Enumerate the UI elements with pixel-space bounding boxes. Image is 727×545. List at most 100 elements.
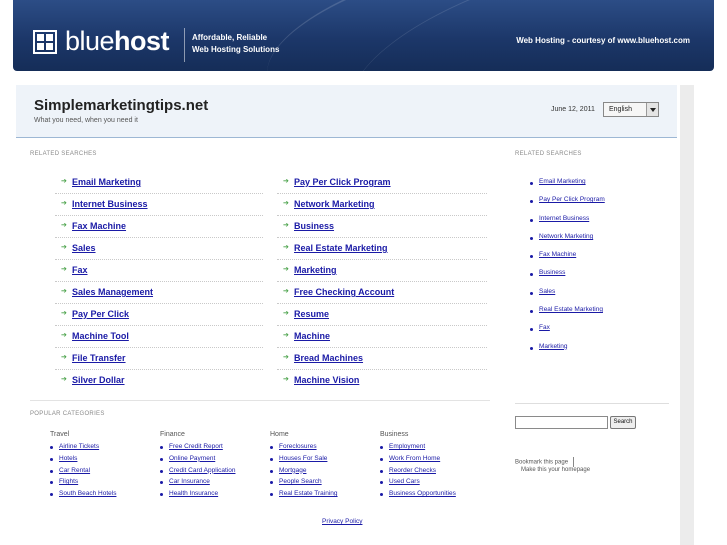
category-link[interactable]: Flights [59,478,78,485]
list-item[interactable]: Mortgage [270,466,380,478]
search-link[interactable]: Fax Machine [72,221,126,231]
list-item[interactable]: Network Marketing [530,233,680,251]
category-link[interactable]: South Beach Hotels [59,490,116,497]
search-item[interactable]: File Transfer [55,348,263,370]
category-link[interactable]: Mortgage [279,467,306,474]
list-item[interactable]: Car Insurance [160,477,270,489]
search-link[interactable]: Network Marketing [294,199,375,209]
list-item[interactable]: Credit Card Application [160,466,270,478]
search-item[interactable]: Sales Management [55,282,263,304]
search-item[interactable]: Fax [55,260,263,282]
search-link[interactable]: Machine [294,331,330,341]
search-link[interactable]: Email Marketing [72,177,141,187]
list-item[interactable]: Foreclosures [270,442,380,454]
search-item[interactable]: Machine Tool [55,326,263,348]
sidebar-link[interactable]: Marketing [539,343,568,350]
search-link[interactable]: Sales Management [72,287,153,297]
search-link[interactable]: Sales [72,243,96,253]
category-link[interactable]: Hotels [59,455,77,462]
search-link[interactable]: Pay Per Click Program [294,177,391,187]
bookmark-link[interactable]: Bookmark this page [515,457,575,467]
list-item[interactable]: Reorder Checks [380,466,490,478]
sidebar-link[interactable]: Internet Business [539,215,589,222]
search-item[interactable]: Machine Vision [277,370,487,392]
search-item[interactable]: Network Marketing [277,194,487,216]
category-link[interactable]: Work From Home [389,455,440,462]
category-link[interactable]: People Search [279,478,322,485]
search-link[interactable]: Silver Dollar [72,375,125,385]
language-select[interactable]: English [603,102,659,117]
search-input[interactable] [515,416,608,429]
search-item[interactable]: Free Checking Account [277,282,487,304]
category-link[interactable]: Car Insurance [169,478,210,485]
category-link[interactable]: Credit Card Application [169,467,235,474]
search-link[interactable]: Pay Per Click [72,309,129,319]
list-item[interactable]: Real Estate Training [270,489,380,501]
list-item[interactable]: Fax Machine [530,251,680,269]
list-item[interactable]: South Beach Hotels [50,489,160,501]
sidebar-link[interactable]: Fax [539,324,550,331]
category-link[interactable]: Used Cars [389,478,420,485]
sidebar-link[interactable]: Business [539,269,565,276]
privacy-policy-link[interactable]: Privacy Policy [322,518,362,525]
list-item[interactable]: Online Payment [160,454,270,466]
search-item[interactable]: Internet Business [55,194,263,216]
category-link[interactable]: Airline Tickets [59,443,99,450]
chevron-down-icon[interactable] [646,103,658,116]
category-link[interactable]: Houses For Sale [279,455,327,462]
list-item[interactable]: Airline Tickets [50,442,160,454]
list-item[interactable]: People Search [270,477,380,489]
category-link[interactable]: Free Credit Report [169,443,223,450]
search-item[interactable]: Machine [277,326,487,348]
list-item[interactable]: Business [530,269,680,287]
sidebar-link[interactable]: Network Marketing [539,233,593,240]
category-link[interactable]: Health Insurance [169,490,218,497]
search-item[interactable]: Sales [55,238,263,260]
search-link[interactable]: Marketing [294,265,337,275]
list-item[interactable]: Houses For Sale [270,454,380,466]
list-item[interactable]: Health Insurance [160,489,270,501]
search-item[interactable]: Email Marketing [55,172,263,194]
category-link[interactable]: Car Rental [59,467,90,474]
search-link[interactable]: Machine Vision [294,375,359,385]
list-item[interactable]: Used Cars [380,477,490,489]
list-item[interactable]: Pay Per Click Program [530,196,680,214]
list-item[interactable]: Email Marketing [530,178,680,196]
search-link[interactable]: Bread Machines [294,353,363,363]
search-item[interactable]: Resume [277,304,487,326]
search-item[interactable]: Real Estate Marketing [277,238,487,260]
list-item[interactable]: Hotels [50,454,160,466]
list-item[interactable]: Fax [530,324,680,342]
sidebar-link[interactable]: Email Marketing [539,178,586,185]
list-item[interactable]: Business Opportunities [380,489,490,501]
category-link[interactable]: Business Opportunities [389,490,456,497]
search-link[interactable]: Internet Business [72,199,148,209]
sidebar-link[interactable]: Fax Machine [539,251,576,258]
list-item[interactable]: Sales [530,288,680,306]
search-item[interactable]: Fax Machine [55,216,263,238]
list-item[interactable]: Free Credit Report [160,442,270,454]
search-link[interactable]: Free Checking Account [294,287,394,297]
search-button[interactable]: Search [610,416,636,429]
sidebar-link[interactable]: Real Estate Marketing [539,306,603,313]
search-item[interactable]: Bread Machines [277,348,487,370]
sidebar-link[interactable]: Pay Per Click Program [539,196,605,203]
list-item[interactable]: Work From Home [380,454,490,466]
search-link[interactable]: Resume [294,309,329,319]
search-link[interactable]: Machine Tool [72,331,129,341]
category-link[interactable]: Foreclosures [279,443,317,450]
list-item[interactable]: Car Rental [50,466,160,478]
category-link[interactable]: Reorder Checks [389,467,436,474]
search-link[interactable]: File Transfer [72,353,126,363]
category-link[interactable]: Online Payment [169,455,215,462]
category-link[interactable]: Real Estate Training [279,490,338,497]
search-item[interactable]: Business [277,216,487,238]
search-link[interactable]: Business [294,221,334,231]
search-link[interactable]: Real Estate Marketing [294,243,388,253]
search-item[interactable]: Pay Per Click Program [277,172,487,194]
homepage-link[interactable]: Make this your homepage [521,467,590,473]
list-item[interactable]: Real Estate Marketing [530,306,680,324]
category-link[interactable]: Employment [389,443,425,450]
search-link[interactable]: Fax [72,265,88,275]
search-item[interactable]: Silver Dollar [55,370,263,392]
